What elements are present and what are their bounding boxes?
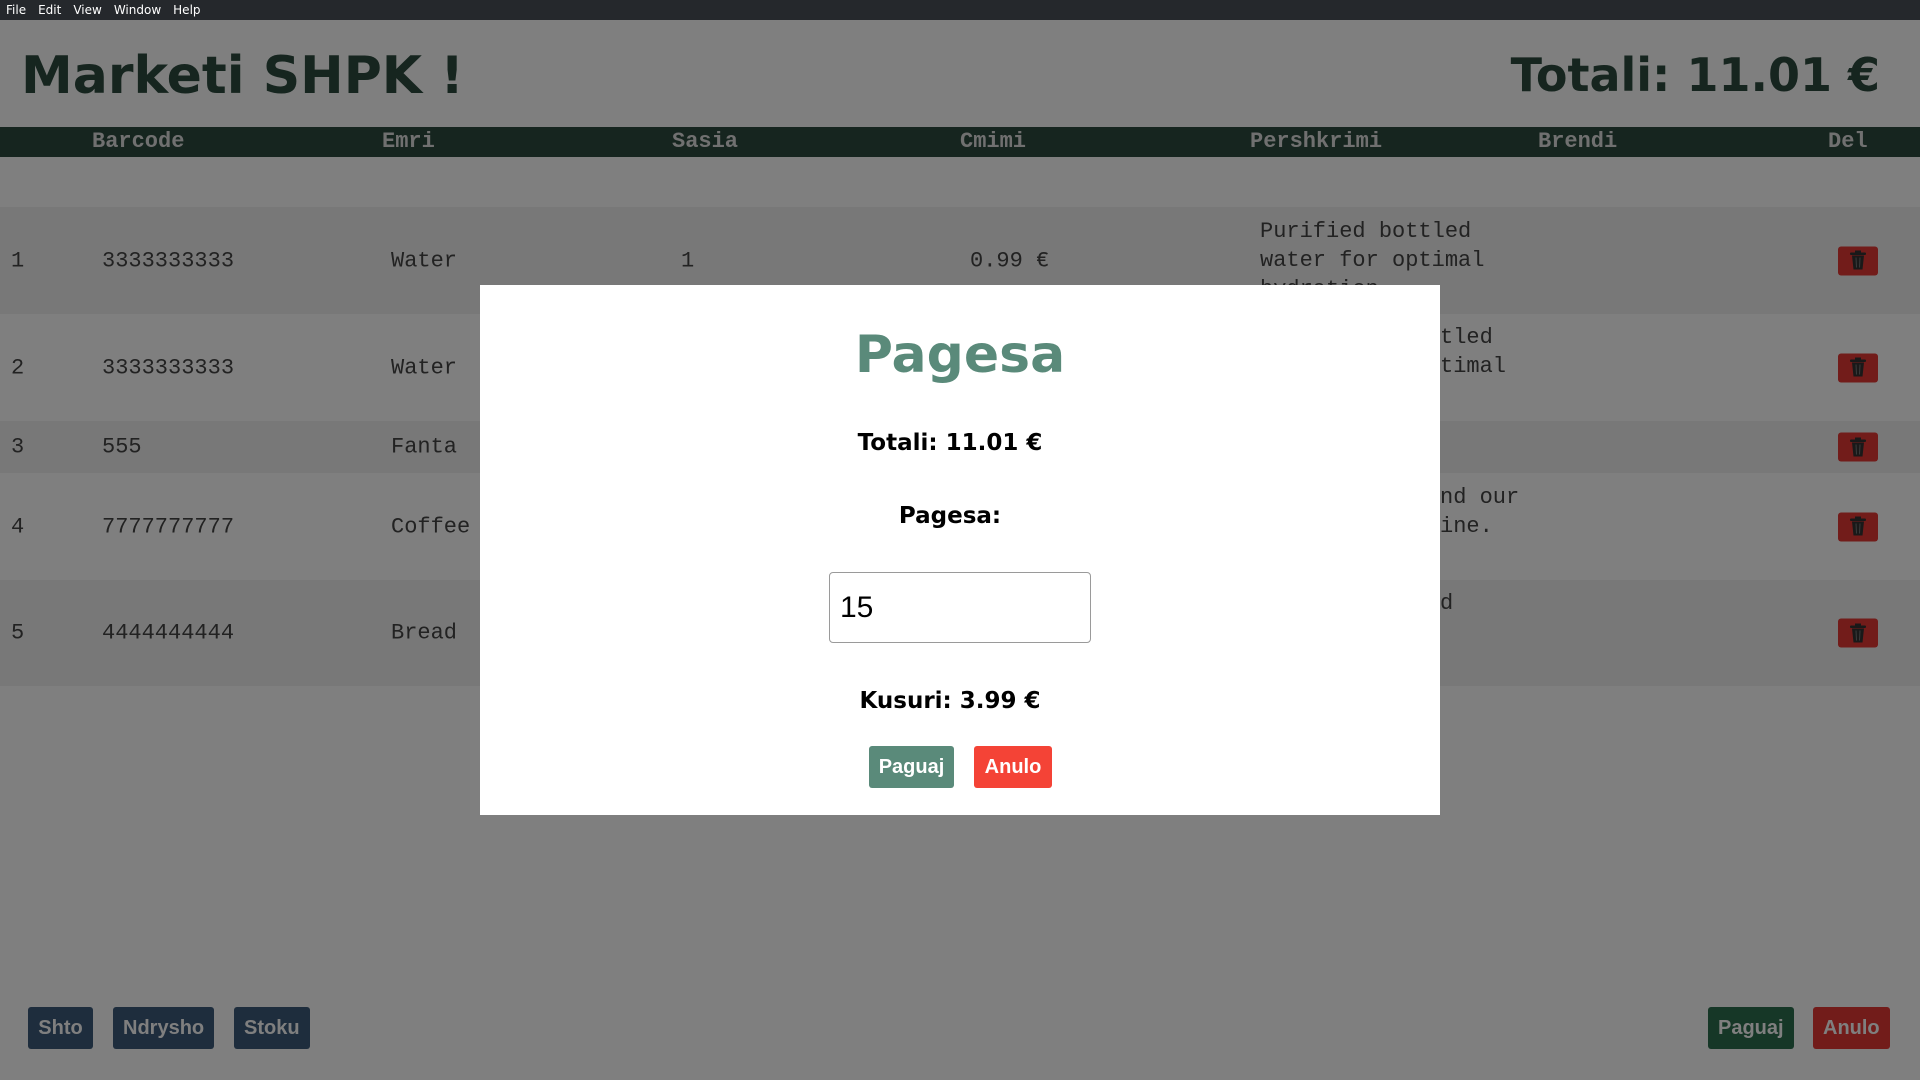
menu-file[interactable]: File <box>6 3 26 17</box>
modal-title: Pagesa <box>854 325 1066 385</box>
menu-view[interactable]: View <box>73 3 101 17</box>
payment-modal: Pagesa Totali: 11.01 € Pagesa: Kusuri: 3… <box>480 285 1440 815</box>
menu-bar: File Edit View Window Help <box>0 0 1920 20</box>
change-amount: Kusuri: 3.99 € <box>859 688 1041 714</box>
modal-pay-button[interactable]: Paguaj <box>869 746 954 788</box>
modal-cancel-button[interactable]: Anulo <box>974 746 1052 788</box>
menu-edit[interactable]: Edit <box>38 3 61 17</box>
payment-label: Pagesa: <box>898 503 1002 529</box>
payment-input[interactable] <box>829 572 1091 643</box>
menu-help[interactable]: Help <box>173 3 200 17</box>
modal-total: Totali: 11.01 € <box>857 430 1043 456</box>
menu-window[interactable]: Window <box>114 3 161 17</box>
